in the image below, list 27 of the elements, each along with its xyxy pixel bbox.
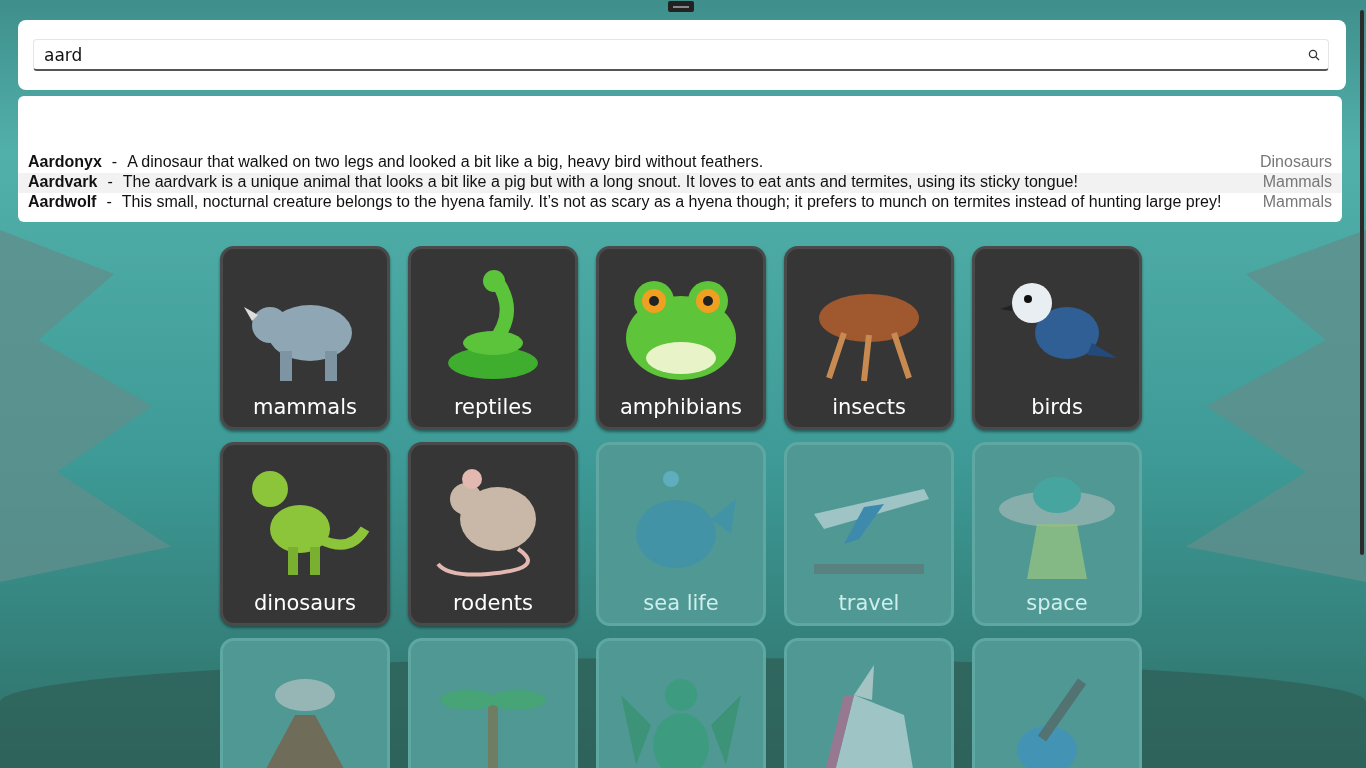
search-result[interactable]: Aardvark - The aardvark is a unique animal that looks a bit like a pig but with a long snout. It loves to eat ants and termites, using its sticky tongue! Mammals [18, 173, 1342, 193]
search-result[interactable]: Aardonyx - A dinosaur that walked on two legs and looked a bit like a big, heavy bird without feathers. Dinosaurs [18, 153, 1342, 173]
result-description: The aardvark is a unique animal that looks a bit like a pig but with a long snout. It loves to eat ants and termites, using its sticky tongue! [122, 173, 1079, 191]
scrollbar[interactable] [1360, 10, 1364, 555]
separator: - [107, 173, 113, 191]
result-category: Dinosaurs [1259, 153, 1332, 171]
search-input[interactable]: aard [44, 44, 1308, 65]
result-name: Aardonyx [28, 153, 102, 171]
category-tile[interactable]: dinosaurs [220, 442, 390, 626]
category-tile[interactable]: reptiles [408, 246, 578, 430]
search-field[interactable]: aard [33, 39, 1329, 71]
search-result[interactable]: Aardwolf - This small, nocturnal creature belongs to the hyena family. It’s not as scary as a hyena though; it prefers to munch on termites instead of hunting large prey! Mammals [18, 193, 1342, 213]
result-name: Aardvark [28, 173, 98, 191]
category-tile[interactable]: insects [784, 246, 954, 430]
result-name: Aardwolf [28, 193, 97, 211]
category-tile[interactable]: rodents [408, 442, 578, 626]
separator: - [106, 193, 112, 211]
result-description: This small, nocturnal creature belongs to the hyena family. It’s not as scary as a hyena though; it prefers to munch on termites instead of hunting large prey! [121, 193, 1223, 211]
window-grip[interactable] [668, 1, 694, 12]
category-tile[interactable]: mammals [220, 246, 390, 430]
separator: - [111, 153, 118, 171]
result-category: Mammals [1262, 193, 1332, 211]
category-tile[interactable]: birds [972, 246, 1142, 430]
category-tile[interactable]: amphibians [596, 246, 766, 430]
result-description: A dinosaur that walked on two legs and looked a bit like a big, heavy bird without feathers. [127, 153, 765, 171]
result-category: Mammals [1262, 173, 1332, 191]
search-icon[interactable] [1308, 48, 1320, 61]
